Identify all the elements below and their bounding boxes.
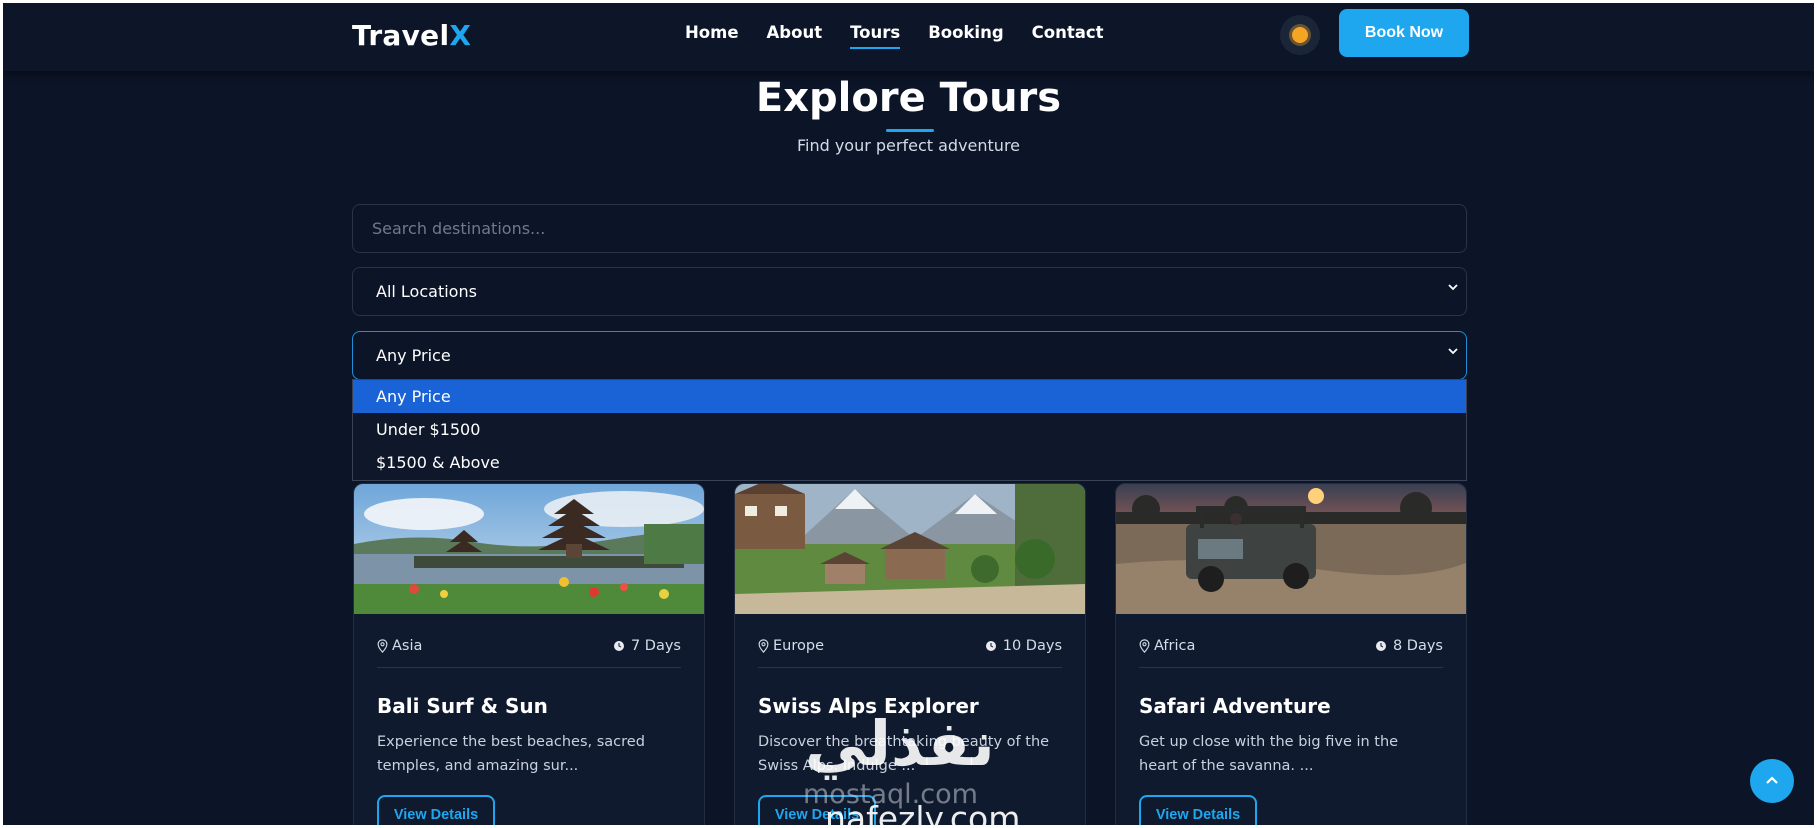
location-tag: Europe xyxy=(758,638,824,654)
nav-link-contact[interactable]: Contact xyxy=(1032,23,1104,47)
tour-image-swiss-alps xyxy=(735,484,1085,614)
price-option-under-1500[interactable]: Under $1500 xyxy=(353,413,1466,446)
tour-title: Swiss Alps Explorer xyxy=(758,694,979,718)
view-details-button[interactable]: View Details xyxy=(1139,795,1257,825)
price-option-1500-above[interactable]: $1500 & Above xyxy=(353,446,1466,479)
nav-link-tours[interactable]: Tours xyxy=(850,23,901,49)
search-input[interactable]: Search destinations... xyxy=(352,204,1467,253)
tour-card: Asia 7 Days Bali Surf & Sun Experience t… xyxy=(353,483,705,825)
tour-duration: 7 Days xyxy=(630,638,681,654)
tour-description: Discover the breathtaking beauty of the … xyxy=(758,734,1050,774)
tour-meta: Africa 8 Days xyxy=(1139,638,1443,668)
tour-location: Europe xyxy=(773,638,824,654)
price-option-any[interactable]: Any Price xyxy=(353,380,1466,413)
nav-link-home[interactable]: Home xyxy=(685,23,739,47)
duration-tag: 7 Days xyxy=(613,638,681,654)
title-underline xyxy=(886,129,934,132)
location-tag: Africa xyxy=(1139,638,1195,654)
clock-icon xyxy=(1375,641,1386,651)
nav-link-about[interactable]: About xyxy=(767,23,823,47)
sun-icon xyxy=(1292,27,1308,43)
location-select[interactable]: All Locations xyxy=(352,267,1467,316)
chevron-down-icon xyxy=(1448,348,1458,355)
price-select-value: Any Price xyxy=(376,346,451,365)
location-select-value: All Locations xyxy=(376,282,477,301)
chevron-down-icon xyxy=(1448,284,1458,291)
tour-image-bali xyxy=(354,484,704,614)
nav-link-booking[interactable]: Booking xyxy=(928,23,1003,47)
tour-card: Africa 8 Days Safari Adventure Get up cl… xyxy=(1115,483,1467,825)
logo-main: Travel xyxy=(352,19,450,52)
tour-title: Safari Adventure xyxy=(1139,694,1331,718)
tour-card: Europe 10 Days Swiss Alps Explorer Disco… xyxy=(734,483,1086,825)
tour-meta: Asia 7 Days xyxy=(377,638,681,668)
view-details-button[interactable]: View Details xyxy=(377,795,495,825)
map-pin-icon xyxy=(758,639,769,653)
tour-duration: 8 Days xyxy=(1392,638,1443,654)
price-select[interactable]: Any Price xyxy=(352,331,1467,380)
tour-description: Get up close with the big five in the he… xyxy=(1139,734,1399,774)
location-tag: Asia xyxy=(377,638,422,654)
price-dropdown: Any Price Under $1500 $1500 & Above xyxy=(352,379,1467,481)
logo[interactable]: TravelX xyxy=(352,19,471,52)
logo-accent: X xyxy=(449,19,472,52)
map-pin-icon xyxy=(1139,639,1150,653)
tour-title: Bali Surf & Sun xyxy=(377,694,548,718)
map-pin-icon xyxy=(377,639,388,653)
page: TravelX Home About Tours Booking Contact… xyxy=(3,3,1814,825)
duration-tag: 8 Days xyxy=(1375,638,1443,654)
book-now-button[interactable]: Book Now xyxy=(1339,9,1469,57)
tour-duration: 10 Days xyxy=(1002,638,1062,654)
tour-location: Asia xyxy=(392,638,423,654)
tour-meta: Europe 10 Days xyxy=(758,638,1062,668)
theme-toggle-button[interactable] xyxy=(1280,15,1320,55)
chevron-up-icon xyxy=(1766,776,1778,784)
view-details-button[interactable]: View Details xyxy=(758,795,876,825)
scroll-to-top-button[interactable] xyxy=(1750,759,1794,803)
navbar: TravelX Home About Tours Booking Contact… xyxy=(3,3,1814,71)
page-subtitle: Find your perfect adventure xyxy=(796,136,1021,155)
tour-description: Experience the best beaches, sacred temp… xyxy=(377,734,645,774)
nav-links: Home About Tours Booking Contact xyxy=(685,23,1104,49)
duration-tag: 10 Days xyxy=(985,638,1062,654)
clock-icon xyxy=(613,641,624,651)
tour-location: Africa xyxy=(1154,638,1196,654)
clock-icon xyxy=(985,641,996,651)
tour-image-safari xyxy=(1116,484,1466,614)
page-title: Explore Tours xyxy=(755,75,1062,121)
